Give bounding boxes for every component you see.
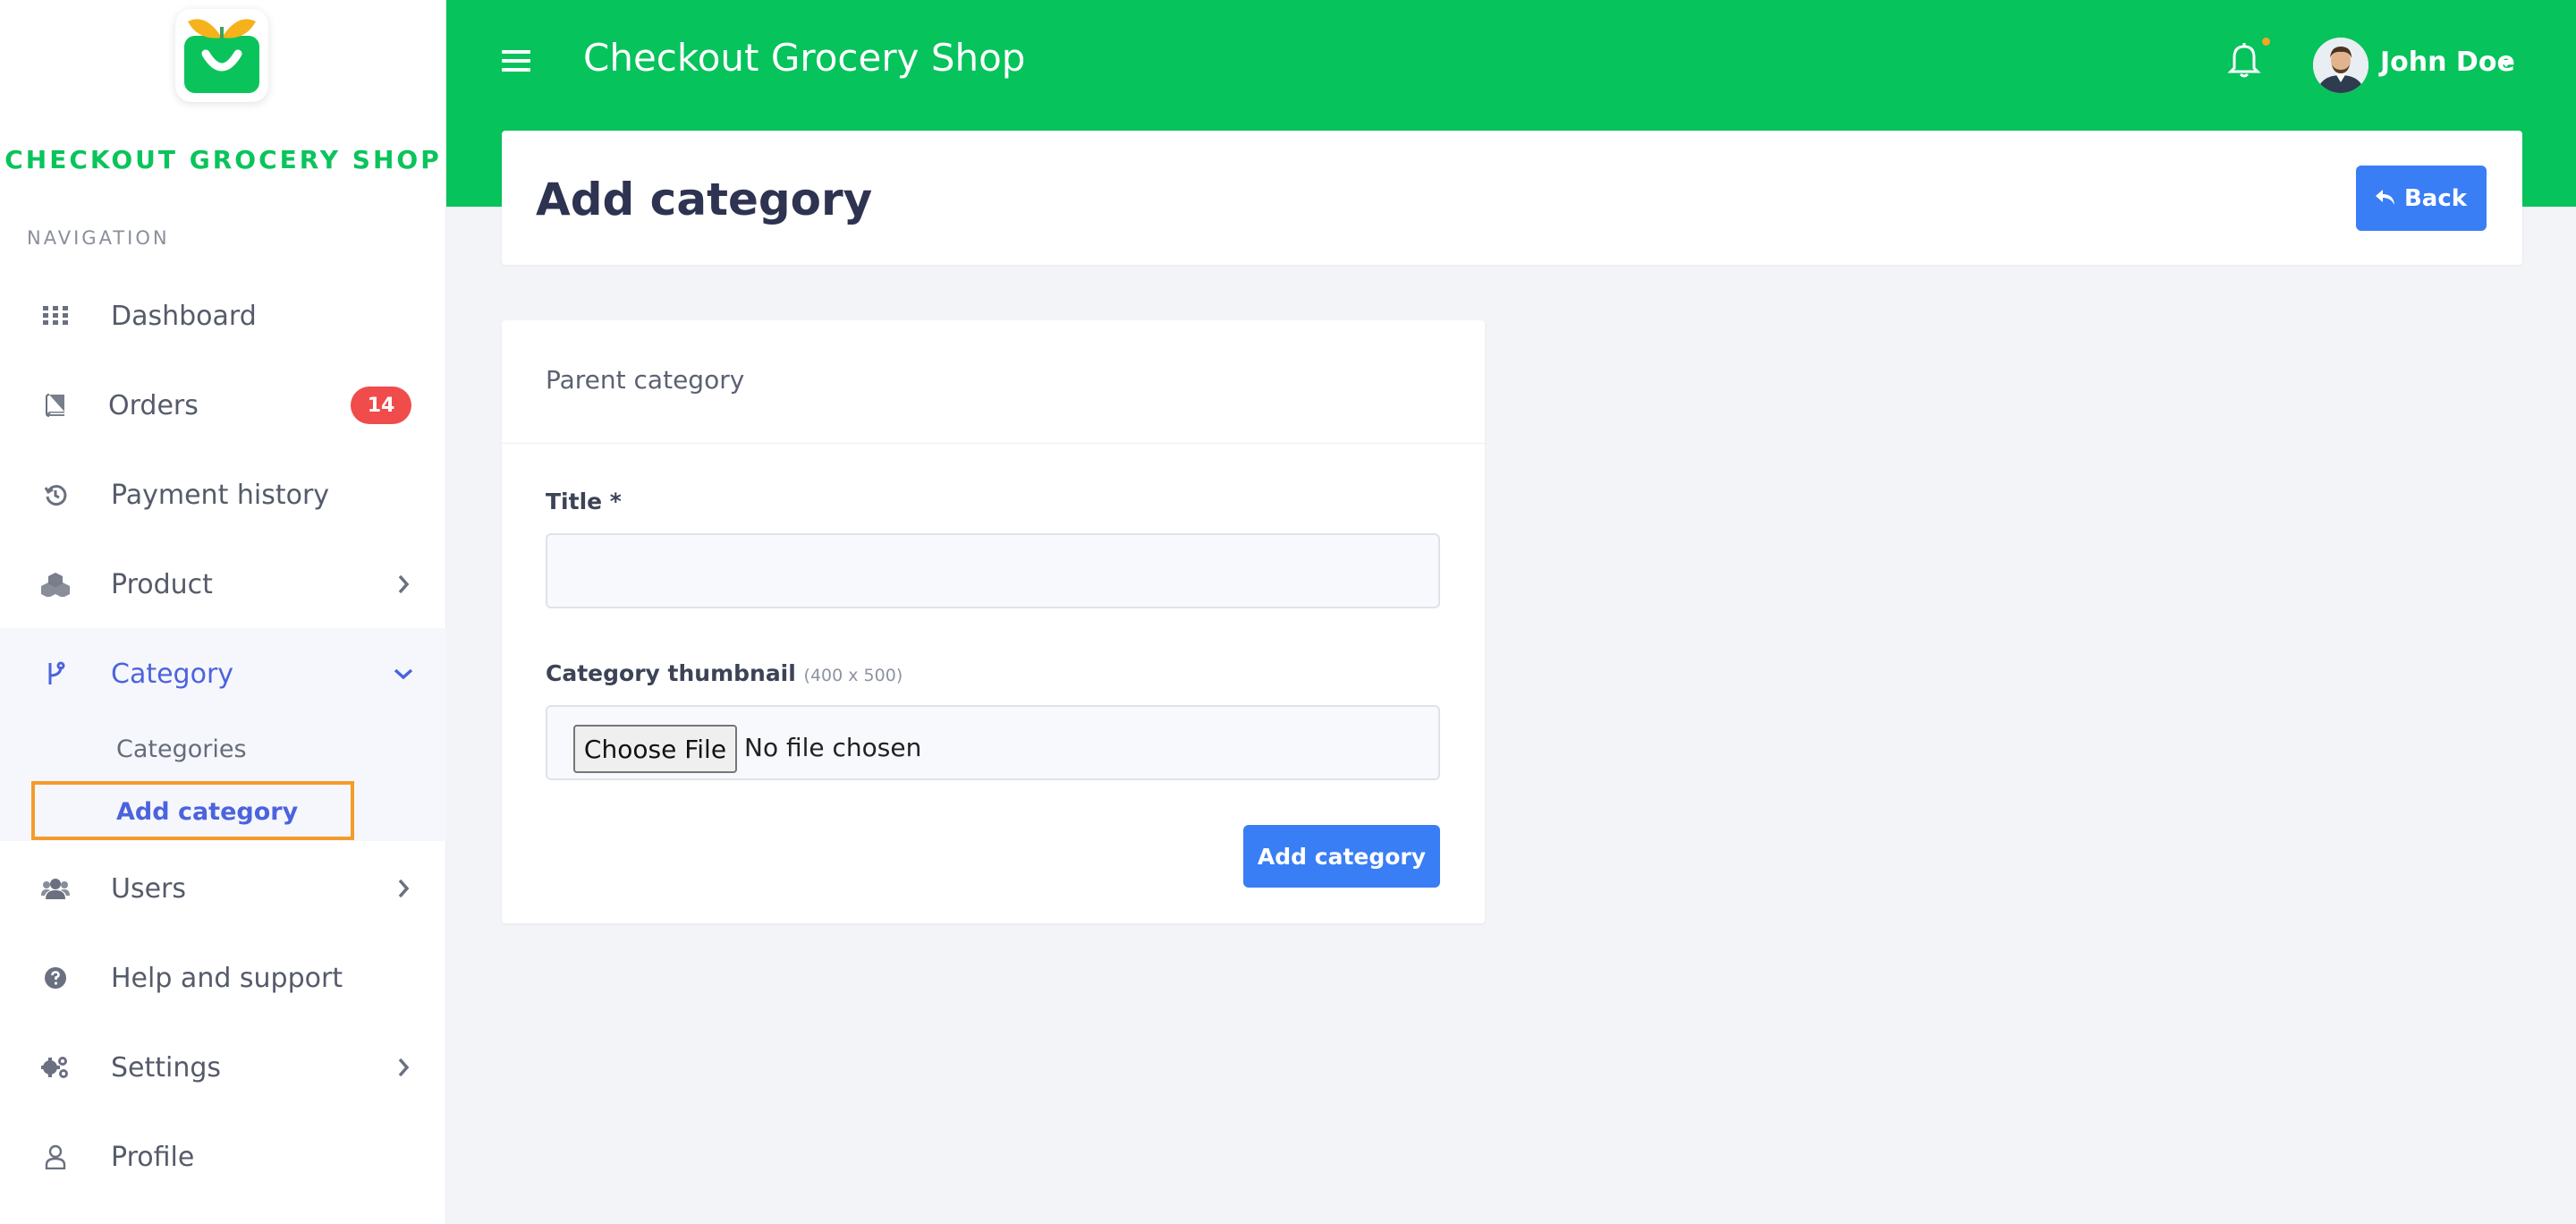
submenu-item-categories[interactable]: Categories — [116, 735, 247, 763]
sidebar-item-label: Orders — [108, 389, 199, 421]
title-field-label: Title * — [546, 489, 622, 514]
users-icon — [39, 872, 72, 905]
reply-arrow-icon — [2375, 185, 2395, 212]
question-circle-icon — [39, 962, 72, 994]
sidebar-item-label: Product — [111, 568, 213, 600]
sidebar-item-label: Users — [111, 872, 187, 905]
title-input[interactable] — [546, 533, 1440, 608]
book-icon — [39, 389, 72, 421]
user-icon — [39, 1141, 72, 1173]
chevron-right-icon — [390, 571, 417, 598]
gears-icon — [39, 1051, 72, 1084]
orders-count-badge: 14 — [351, 387, 411, 424]
thumbnail-size-hint: (400 x 500) — [803, 666, 903, 685]
sidebar-item-label: Settings — [111, 1051, 222, 1084]
grid-icon — [39, 300, 72, 332]
sidebar-item-help-and-support[interactable]: Help and support — [0, 933, 446, 1023]
chevron-right-icon — [390, 875, 417, 902]
chevron-down-icon — [390, 660, 417, 687]
sidebar-item-settings[interactable]: Settings — [0, 1023, 446, 1112]
avatar[interactable] — [2313, 38, 2368, 93]
thumbnail-field-label: Category thumbnail (400 x 500) — [546, 660, 902, 686]
shopping-bag-logo[interactable] — [175, 9, 268, 102]
user-menu-name[interactable]: John Doe — [2380, 47, 2515, 78]
sidebar-item-label: Category — [111, 658, 234, 690]
hamburger-menu-icon[interactable] — [502, 47, 530, 75]
history-icon — [39, 479, 72, 511]
sidebar-item-product[interactable]: Product — [0, 540, 446, 629]
sidebar: CHECKOUT GROCERY SHOP NAVIGATION Dashboa… — [0, 0, 446, 1224]
app-title: Checkout Grocery Shop — [583, 36, 1026, 80]
notification-indicator — [2262, 38, 2270, 46]
sidebar-item-label: Help and support — [111, 962, 343, 994]
sidebar-item-label: Payment history — [111, 479, 330, 511]
back-button-label: Back — [2403, 184, 2468, 212]
sidebar-item-profile[interactable]: Profile — [0, 1112, 446, 1202]
sidebar-item-orders[interactable]: Orders 14 — [0, 361, 446, 450]
sidebar-item-label: Profile — [111, 1141, 195, 1173]
notification-bell-icon[interactable] — [2227, 41, 2261, 79]
chevron-right-icon — [390, 1054, 417, 1081]
sidebar-item-label: Dashboard — [111, 300, 257, 332]
choose-file-button[interactable]: Choose File — [573, 725, 737, 773]
sidebar-item-payment-history[interactable]: Payment history — [0, 450, 446, 540]
sidebar-item-category[interactable]: Category — [0, 629, 446, 718]
sidebar-item-dashboard[interactable]: Dashboard — [0, 271, 446, 361]
brand-name: CHECKOUT GROCERY SHOP — [4, 145, 442, 174]
thumbnail-label-text: Category thumbnail — [546, 660, 796, 686]
caret-down-icon[interactable] — [2499, 57, 2513, 68]
add-category-submit-button[interactable]: Add category — [1243, 825, 1440, 888]
back-button[interactable]: Back — [2356, 166, 2487, 231]
page-title: Add category — [536, 174, 873, 225]
nav-heading: NAVIGATION — [27, 227, 170, 249]
no-file-chosen-text: No file chosen — [744, 733, 922, 762]
cubes-icon — [39, 568, 72, 600]
parent-category-selector[interactable]: Parent category — [546, 365, 744, 395]
selection-highlight — [31, 781, 354, 840]
branch-icon — [39, 658, 72, 690]
sidebar-item-users[interactable]: Users — [0, 844, 446, 933]
